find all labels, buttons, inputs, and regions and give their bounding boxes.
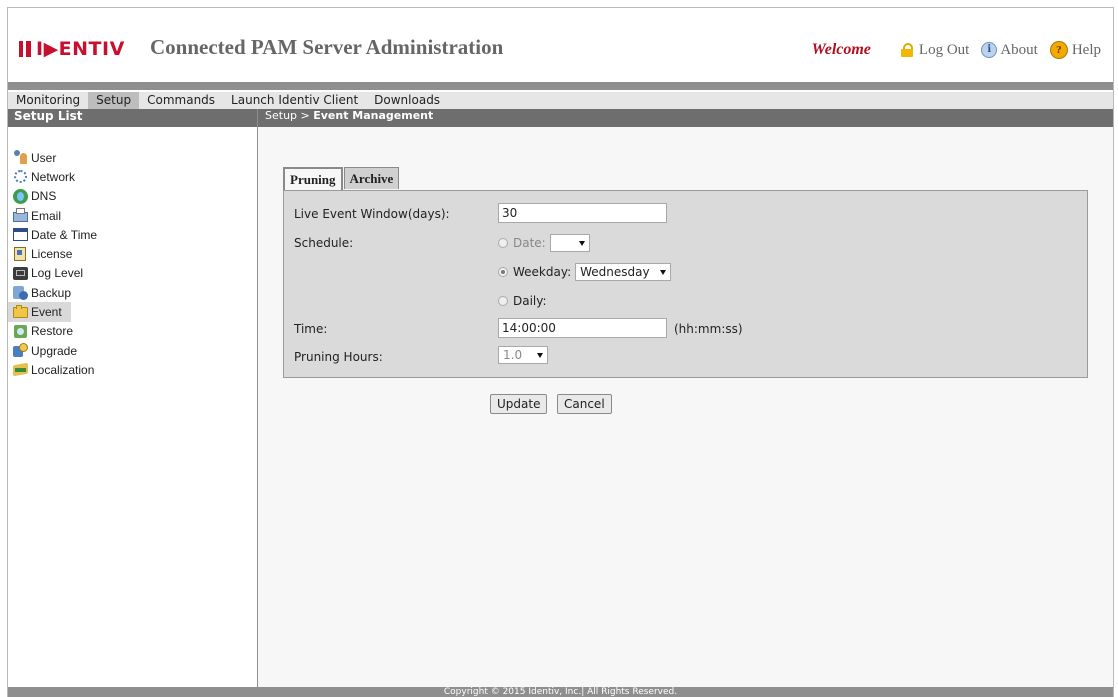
update-button[interactable]: Update (490, 394, 548, 414)
header-divider (8, 82, 1113, 90)
license-icon (13, 246, 28, 262)
pruning-hours-value: 1.0 (503, 348, 523, 362)
time-input[interactable]: 14:00:00 (498, 318, 667, 338)
app-frame: I▶ENTIV Connected PAM Server Administrat… (7, 7, 1114, 697)
daily-option-label: Daily: (513, 294, 547, 308)
help-label: Help (1071, 41, 1101, 58)
menu-setup[interactable]: Setup (88, 92, 140, 109)
weekday-select-value: Wednesday (580, 265, 650, 279)
main-menu: Monitoring Setup Commands Launch Identiv… (8, 92, 1113, 109)
sidebar-item-label: Upgrade (31, 343, 78, 358)
about-label: About (1000, 41, 1038, 58)
schedule-label: Schedule: (294, 236, 354, 250)
identiv-logo: I▶ENTIV (19, 38, 125, 60)
header-links: Welcome Log Out i About ? Help (812, 41, 1101, 59)
sidebar-item-restore[interactable]: Restore (8, 322, 257, 341)
lock-icon (900, 43, 913, 57)
logo-text: I▶ENTIV (36, 38, 125, 60)
sidebar-item-label: Restore (31, 324, 74, 339)
sidebar-item-date-time[interactable]: Date & Time (8, 225, 257, 244)
upgrade-icon (13, 343, 28, 358)
date-select[interactable] (549, 234, 590, 252)
sidebar-item-label: Log Level (31, 266, 84, 281)
tab-bar: Pruning Archive (283, 167, 400, 191)
event-icon (13, 304, 28, 320)
weekday-radio[interactable] (498, 267, 508, 277)
date-time-icon (13, 227, 28, 242)
pruning-hours-select[interactable]: 1.0 (498, 346, 548, 364)
live-window-input[interactable]: 30 (498, 203, 667, 223)
sidebar-item-label: Localization (31, 362, 95, 377)
sidebar-item-email[interactable]: Email (8, 206, 257, 225)
sidebar-item-user[interactable]: User (8, 148, 257, 167)
setup-list: User Network DNS Email Date & Time Licen… (8, 127, 257, 380)
email-icon (13, 208, 28, 223)
breadcrumb-parent: Setup > (265, 109, 310, 122)
date-option: Date: (498, 234, 590, 252)
backup-icon (13, 285, 28, 301)
date-option-label: Date: (513, 236, 546, 250)
info-icon: i (981, 42, 998, 58)
sidebar-item-network[interactable]: Network (8, 167, 257, 186)
header: I▶ENTIV Connected PAM Server Administrat… (8, 8, 1113, 90)
sidebar-item-label: Network (31, 169, 76, 184)
date-radio[interactable] (498, 238, 508, 248)
about-link[interactable]: i About (981, 42, 1038, 59)
sidebar-item-localization[interactable]: Localization (8, 360, 257, 379)
pruning-hours-label: Pruning Hours: (294, 350, 383, 364)
menu-commands[interactable]: Commands (139, 92, 223, 109)
weekday-select[interactable]: Wednesday (575, 263, 672, 281)
chevron-down-icon (578, 240, 585, 246)
sidebar-item-dns[interactable]: DNS (8, 187, 257, 206)
sidebar-item-log-level[interactable]: Log Level (8, 264, 257, 283)
sidebar-item-label: Email (31, 208, 62, 223)
breadcrumb: Setup > Event Management (258, 109, 1113, 127)
setup-sidebar: Setup List User Network DNS Email Date &… (8, 109, 258, 687)
time-label: Time: (294, 322, 328, 336)
log-level-icon (13, 266, 28, 281)
help-icon: ? (1049, 41, 1068, 59)
sidebar-item-label: Event (31, 305, 62, 320)
sidebar-item-label: Backup (31, 285, 72, 300)
logout-link[interactable]: Log Out (900, 41, 970, 59)
weekday-option: Weekday: Wednesday (498, 263, 672, 281)
tab-pruning[interactable]: Pruning (283, 167, 343, 191)
welcome-text: Welcome (811, 41, 871, 58)
breadcrumb-current: Event Management (313, 109, 434, 122)
sidebar-title: Setup List (8, 109, 257, 127)
menu-monitoring[interactable]: Monitoring (8, 92, 88, 109)
live-window-label: Live Event Window(days): (294, 207, 450, 221)
sidebar-item-license[interactable]: License (8, 244, 257, 263)
sidebar-item-event[interactable]: Event (8, 302, 71, 322)
daily-radio[interactable] (498, 296, 508, 306)
time-format-hint: (hh:mm:ss) (674, 322, 743, 336)
sidebar-item-label: DNS (31, 189, 57, 204)
app-title: Connected PAM Server Administration (150, 35, 504, 59)
localization-icon (13, 362, 28, 377)
daily-option: Daily: (498, 294, 547, 308)
sidebar-item-label: User (31, 150, 57, 165)
main-content: Setup > Event Management Pruning Archive… (258, 109, 1113, 687)
menu-launch-client[interactable]: Launch Identiv Client (223, 92, 366, 109)
restore-icon (13, 324, 28, 339)
pruning-panel: Live Event Window(days): 30 Schedule: Da… (283, 190, 1088, 378)
sidebar-item-backup[interactable]: Backup (8, 283, 257, 302)
dns-icon (13, 188, 28, 204)
sidebar-item-label: License (31, 247, 73, 262)
chevron-down-icon (537, 352, 543, 358)
help-link[interactable]: ? Help (1049, 41, 1101, 59)
network-icon (13, 169, 28, 184)
sidebar-item-label: Date & Time (31, 227, 98, 242)
user-icon (13, 150, 28, 165)
sidebar-item-upgrade[interactable]: Upgrade (8, 341, 257, 360)
chevron-down-icon (660, 269, 667, 275)
menu-downloads[interactable]: Downloads (366, 92, 448, 109)
logout-label: Log Out (918, 41, 970, 58)
weekday-option-label: Weekday: (513, 265, 572, 279)
tab-archive[interactable]: Archive (343, 167, 400, 189)
cancel-button[interactable]: Cancel (557, 394, 612, 414)
